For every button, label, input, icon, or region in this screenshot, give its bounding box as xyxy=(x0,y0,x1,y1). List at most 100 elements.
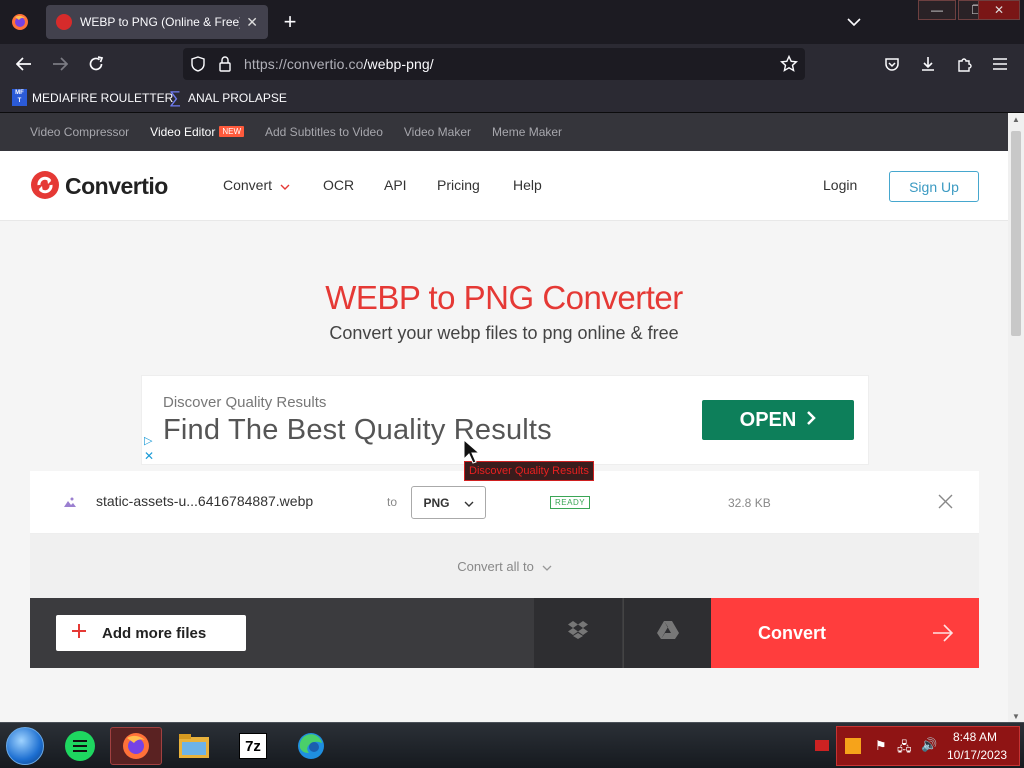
toplink-video-maker[interactable]: Video Maker xyxy=(404,125,471,139)
chevron-down-icon xyxy=(464,496,474,510)
taskbar-notes-app[interactable] xyxy=(54,727,106,765)
status-badge: READY xyxy=(550,496,591,509)
folder-icon xyxy=(179,734,209,758)
edge-icon xyxy=(298,733,324,759)
ad-headline: Find The Best Quality Results xyxy=(163,414,552,446)
action-bar: Add more files Convert xyxy=(30,598,979,668)
bookmark-star-icon[interactable] xyxy=(779,54,799,76)
toplink-meme-maker[interactable]: Meme Maker xyxy=(492,125,562,139)
logo-text: Convertio xyxy=(65,173,168,199)
add-more-label: Add more files xyxy=(102,624,207,642)
downloads-icon[interactable] xyxy=(916,52,940,76)
page-viewport: Video Compressor Video Editor NEW Add Sub… xyxy=(0,113,1008,722)
firefox-taskbar-icon xyxy=(123,733,149,759)
action-center-flag-icon[interactable]: ⚑ xyxy=(875,738,887,754)
shield-icon[interactable] xyxy=(191,56,205,75)
convertio-logo-icon xyxy=(30,170,60,203)
close-window-button[interactable]: ✕ xyxy=(978,0,1020,20)
tab-close-icon[interactable]: ✕ xyxy=(246,14,258,31)
mediafire-bookmark-icon: MF T xyxy=(12,89,27,106)
tab-title: WEBP to PNG (Online & Free) – xyxy=(80,15,241,29)
taskbar-7zip[interactable]: 7z xyxy=(227,727,279,765)
forward-arrow-icon[interactable] xyxy=(48,52,72,76)
lock-icon[interactable] xyxy=(219,56,231,75)
nav-pricing[interactable]: Pricing xyxy=(437,177,480,193)
new-tab-icon[interactable]: + xyxy=(278,9,302,34)
nav-convert[interactable]: Convert xyxy=(223,177,290,193)
java-tray-icon[interactable] xyxy=(845,738,861,754)
page-scrollbar[interactable]: ▲ ▼ xyxy=(1008,113,1024,722)
nav-ocr[interactable]: OCR xyxy=(323,177,354,193)
7zip-icon: 7z xyxy=(239,733,267,759)
remove-file-icon[interactable] xyxy=(938,494,953,512)
ad-open-label: OPEN xyxy=(739,408,797,431)
new-badge: NEW xyxy=(219,126,244,137)
format-select[interactable]: PNG xyxy=(411,486,486,519)
url-text[interactable]: https://convertio.co/webp-png/ xyxy=(244,56,434,72)
browser-tab-active[interactable]: WEBP to PNG (Online & Free) – ✕ xyxy=(46,5,268,39)
dropbox-icon xyxy=(567,620,589,646)
browser-nav-bar: https://convertio.co/webp-png/ xyxy=(0,44,1024,84)
ad-open-button[interactable]: OPEN xyxy=(702,400,854,440)
start-orb-icon[interactable] xyxy=(6,727,44,765)
network-icon[interactable]: 🖧 xyxy=(897,738,912,760)
nav-help[interactable]: Help xyxy=(513,177,542,193)
mouse-cursor-icon xyxy=(463,438,483,468)
taskbar-file-explorer[interactable] xyxy=(168,727,220,765)
clock-date[interactable]: 10/17/2023 xyxy=(947,748,1007,762)
volume-icon[interactable]: 🔊 xyxy=(921,737,937,753)
toplink-video-editor[interactable]: Video Editor NEW xyxy=(150,125,244,139)
system-tray: ⚑ 🖧 🔊 8:48 AM 10/17/2023 xyxy=(836,726,1020,766)
chevron-right-icon xyxy=(806,409,817,432)
dropbox-button[interactable] xyxy=(534,598,622,668)
ad-close-icon[interactable]: ✕ xyxy=(144,449,154,463)
nav-api[interactable]: API xyxy=(384,177,407,193)
google-drive-button[interactable] xyxy=(623,598,711,668)
clock-time[interactable]: 8:48 AM xyxy=(953,730,997,744)
signup-button[interactable]: Sign Up xyxy=(889,171,979,202)
adchoices-icon[interactable]: ▷ xyxy=(144,434,152,447)
extensions-icon[interactable] xyxy=(952,52,976,76)
scrollbar-thumb[interactable] xyxy=(1011,131,1021,336)
convert-label: Convert xyxy=(758,623,827,643)
bookmark-second[interactable]: ∑ ANAL PROLAPSE xyxy=(169,89,287,106)
url-path: /webp-png/ xyxy=(363,56,434,72)
minimize-button[interactable]: — xyxy=(918,0,956,20)
google-drive-icon xyxy=(656,620,680,646)
file-name: static-assets-u...6416784887.webp xyxy=(96,493,314,509)
bookmark-label: ANAL PROLAPSE xyxy=(188,90,287,105)
pocket-icon[interactable] xyxy=(880,52,904,76)
tab-list-chevron-icon[interactable] xyxy=(842,10,866,34)
convert-all-label: Convert all to xyxy=(457,558,534,574)
taskbar-firefox[interactable] xyxy=(110,727,162,765)
hamburger-menu-icon[interactable] xyxy=(988,52,1012,76)
image-file-icon xyxy=(62,494,78,513)
chevron-down-icon xyxy=(280,177,290,193)
toplink-video-compressor[interactable]: Video Compressor xyxy=(30,125,129,139)
nav-convert-label: Convert xyxy=(223,177,273,193)
reload-icon[interactable] xyxy=(84,52,108,76)
taskbar-edge[interactable] xyxy=(285,727,337,765)
convert-button[interactable]: Convert xyxy=(711,598,979,668)
scroll-up-arrow-icon[interactable]: ▲ xyxy=(1012,115,1020,124)
firefox-menu-icon[interactable] xyxy=(8,10,32,34)
bookmark-mediafire[interactable]: MF T MEDIAFIRE ROULETTER xyxy=(12,89,173,106)
page-subtitle: Convert your webp files to png online & … xyxy=(329,323,679,343)
convertio-logo[interactable]: Convertio xyxy=(30,170,168,203)
back-arrow-icon[interactable] xyxy=(12,52,36,76)
windows-taskbar: 7z ⚑ 🖧 🔊 8:48 AM 10/17/2023 xyxy=(0,722,1024,768)
bookmarks-toolbar: MF T MEDIAFIRE ROULETTER ∑ ANAL PROLAPSE xyxy=(0,84,1024,113)
address-bar[interactable]: https://convertio.co/webp-png/ xyxy=(183,48,805,80)
convertio-favicon-icon xyxy=(56,14,72,30)
convert-all-dropdown[interactable]: Convert all to xyxy=(30,534,979,598)
login-link[interactable]: Login xyxy=(823,177,857,193)
toplink-add-subtitles[interactable]: Add Subtitles to Video xyxy=(265,125,383,139)
format-value: PNG xyxy=(423,495,450,510)
notification-flag-icon[interactable] xyxy=(815,740,829,751)
site-top-links: Video Compressor Video Editor NEW Add Sub… xyxy=(0,113,1008,151)
add-more-files-button[interactable]: Add more files xyxy=(56,615,246,651)
ad-banner[interactable]: Discover Quality Results Find The Best Q… xyxy=(141,375,869,465)
url-host: https://convertio.co xyxy=(244,56,364,72)
to-label: to xyxy=(387,495,398,509)
scroll-down-arrow-icon[interactable]: ▼ xyxy=(1012,712,1020,721)
